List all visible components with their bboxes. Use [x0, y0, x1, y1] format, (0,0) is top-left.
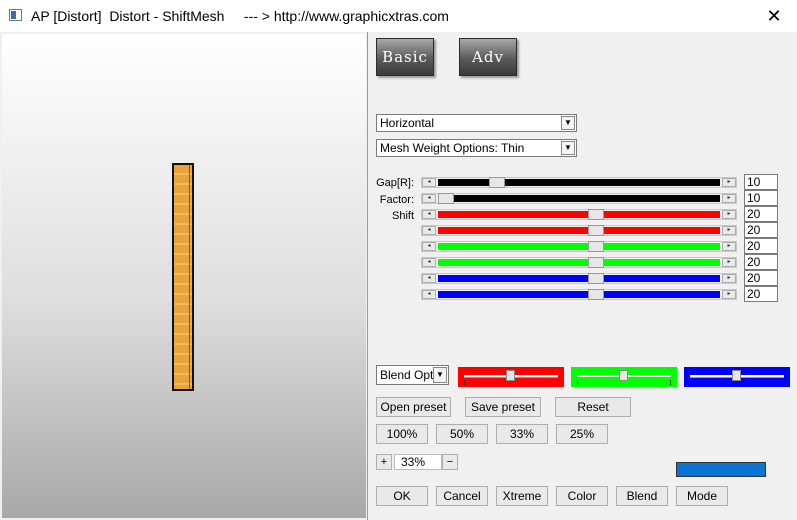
- gap-label: Gap[R]:: [376, 177, 414, 189]
- chevron-left-icon[interactable]: ◂: [422, 274, 436, 283]
- chevron-left-icon[interactable]: ◂: [422, 226, 436, 235]
- slider-track[interactable]: [438, 273, 720, 284]
- app-icon: [9, 9, 22, 21]
- shift-label: Shift: [391, 210, 414, 222]
- preview-panel: [2, 34, 366, 518]
- slider-1[interactable]: ◂ ▸: [421, 177, 737, 188]
- ok-button[interactable]: OK: [376, 486, 428, 506]
- chevron-right-icon[interactable]: ▸: [722, 226, 736, 235]
- zoom-33-button[interactable]: 33%: [496, 424, 548, 444]
- blend-slider-thumb[interactable]: [732, 370, 741, 381]
- accent-color-swatch[interactable]: [676, 462, 766, 477]
- slider-track[interactable]: [438, 209, 720, 220]
- chevron-left-icon[interactable]: ◂: [422, 242, 436, 251]
- slider-track[interactable]: [438, 257, 720, 268]
- chevron-right-icon[interactable]: ▸: [722, 210, 736, 219]
- slider-4[interactable]: ◂ ▸: [421, 225, 737, 236]
- slider-thumb[interactable]: [438, 193, 455, 204]
- slider-8[interactable]: ◂ ▸: [421, 289, 737, 300]
- chevron-left-icon[interactable]: ◂: [422, 178, 436, 187]
- slider-thumb[interactable]: [489, 177, 506, 188]
- slider-thumb[interactable]: [587, 273, 604, 284]
- blend-color-slider-1[interactable]: [458, 367, 564, 387]
- direction-dropdown[interactable]: Horizontal ▼: [376, 114, 577, 132]
- mesh-weight-dropdown[interactable]: Mesh Weight Options: Thin ▼: [376, 139, 577, 157]
- chevron-down-icon: ▼: [433, 367, 447, 383]
- tick-mark: [670, 380, 671, 385]
- blend-options-dropdown[interactable]: Blend Optio ▼: [376, 365, 449, 385]
- reset-button[interactable]: Reset: [555, 397, 631, 417]
- preview-image: [172, 163, 194, 391]
- slider-value-field[interactable]: 20: [744, 238, 778, 254]
- slider-value-field[interactable]: 20: [744, 254, 778, 270]
- mesh-weight-dropdown-value: Mesh Weight Options: Thin: [380, 141, 525, 155]
- blend-slider-thumb[interactable]: [619, 370, 628, 381]
- blend-button[interactable]: Blend: [616, 486, 668, 506]
- cancel-button[interactable]: Cancel: [436, 486, 488, 506]
- slider-value-field[interactable]: 20: [744, 286, 778, 302]
- slider-value-field[interactable]: 10: [744, 190, 778, 206]
- slider-6[interactable]: ◂ ▸: [421, 257, 737, 268]
- direction-dropdown-value: Horizontal: [380, 116, 435, 130]
- slider-thumb[interactable]: [587, 257, 604, 268]
- slider-thumb[interactable]: [587, 209, 604, 220]
- zoom-in-button[interactable]: +: [376, 454, 392, 470]
- slider-track[interactable]: [438, 241, 720, 252]
- basic-button[interactable]: Basic: [376, 38, 434, 76]
- chevron-right-icon[interactable]: ▸: [722, 242, 736, 251]
- tick-mark: [557, 380, 558, 385]
- slider-track[interactable]: [438, 177, 720, 188]
- chevron-right-icon[interactable]: ▸: [722, 274, 736, 283]
- close-button[interactable]: ✕: [751, 0, 797, 32]
- slider-value-field[interactable]: 10: [744, 174, 778, 190]
- blend-color-slider-2[interactable]: [571, 367, 677, 387]
- slider-track[interactable]: [438, 225, 720, 236]
- chevron-right-icon[interactable]: ▸: [722, 178, 736, 187]
- chevron-down-icon: ▼: [561, 141, 575, 155]
- zoom-out-button[interactable]: −: [442, 454, 458, 470]
- slider-value-field[interactable]: 20: [744, 206, 778, 222]
- slider-track[interactable]: [438, 289, 720, 300]
- chevron-left-icon[interactable]: ◂: [422, 290, 436, 299]
- slider-thumb[interactable]: [587, 225, 604, 236]
- factor-label: Factor:: [379, 194, 414, 206]
- chevron-right-icon[interactable]: ▸: [722, 194, 736, 203]
- slider-7[interactable]: ◂ ▸: [421, 273, 737, 284]
- slider-2[interactable]: ◂ ▸: [421, 193, 737, 204]
- slider-3[interactable]: ◂ ▸: [421, 209, 737, 220]
- zoom-value-field[interactable]: 33%: [394, 454, 442, 470]
- mode-button[interactable]: Mode: [676, 486, 728, 506]
- chevron-left-icon[interactable]: ◂: [422, 258, 436, 267]
- save-preset-button[interactable]: Save preset: [465, 397, 541, 417]
- adv-button[interactable]: Adv: [459, 38, 517, 76]
- color-button[interactable]: Color: [556, 486, 608, 506]
- chevron-down-icon: ▼: [561, 116, 575, 130]
- slider-5[interactable]: ◂ ▸: [421, 241, 737, 252]
- slider-track[interactable]: [438, 193, 720, 204]
- zoom-50-button[interactable]: 50%: [436, 424, 488, 444]
- zoom-100-button[interactable]: 100%: [376, 424, 428, 444]
- chevron-right-icon[interactable]: ▸: [722, 258, 736, 267]
- slider-value-field[interactable]: 20: [744, 270, 778, 286]
- blend-color-slider-3[interactable]: [684, 367, 790, 387]
- panel-divider: [367, 32, 368, 520]
- slider-thumb[interactable]: [587, 241, 604, 252]
- xtreme-button[interactable]: Xtreme: [496, 486, 548, 506]
- slider-value-field[interactable]: 20: [744, 222, 778, 238]
- title-bar: AP [Distort] Distort - ShiftMesh --- > h…: [0, 0, 797, 32]
- open-preset-button[interactable]: Open preset: [376, 397, 451, 417]
- chevron-left-icon[interactable]: ◂: [422, 210, 436, 219]
- zoom-25-button[interactable]: 25%: [556, 424, 608, 444]
- tick-mark: [464, 380, 465, 385]
- chevron-left-icon[interactable]: ◂: [422, 194, 436, 203]
- chevron-right-icon[interactable]: ▸: [722, 290, 736, 299]
- tick-mark: [577, 380, 578, 385]
- blend-slider-thumb[interactable]: [506, 370, 515, 381]
- window-title: AP [Distort] Distort - ShiftMesh --- > h…: [31, 8, 449, 24]
- slider-thumb[interactable]: [587, 289, 604, 300]
